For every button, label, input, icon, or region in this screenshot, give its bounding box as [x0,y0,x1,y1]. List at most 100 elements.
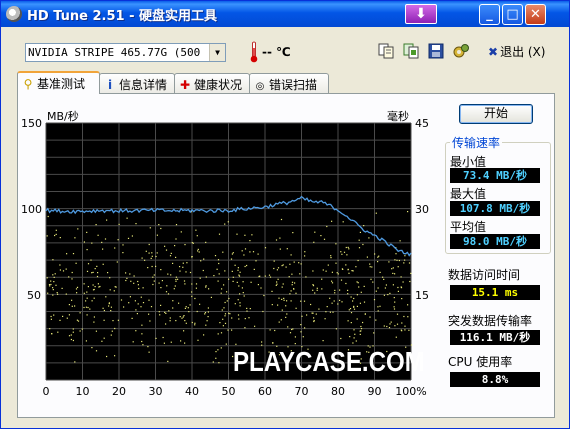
access-time-point [375,212,377,214]
access-time-point [329,297,331,299]
access-time-point [287,326,289,328]
access-time-point [225,343,227,345]
access-time-point [97,272,99,274]
x-tick-label: 70 [295,385,309,398]
access-time-point [175,238,177,240]
access-time-point [175,276,177,278]
access-time-point [160,227,162,230]
access-time-point [97,234,99,236]
access-time-point [126,277,128,279]
access-time-point [170,341,172,343]
access-time-point [66,317,68,319]
access-time-point [273,260,275,262]
access-time-point [295,292,297,294]
access-time-point [231,253,233,255]
access-time-point [398,259,400,262]
access-time-point [275,239,278,241]
access-time-point [96,265,98,267]
access-time-point [117,239,119,241]
access-time-point [224,270,226,272]
access-time-point [393,308,396,310]
access-time-point [185,306,187,308]
access-time-point [360,291,362,293]
access-time-point [214,255,217,257]
y-tick-label: 150 [21,117,42,130]
access-time-point [160,269,162,271]
access-time-point [194,322,196,324]
access-time-point [244,248,247,250]
tab-benchmark[interactable]: ⚲ 基准测试 [17,71,100,94]
access-time-point [369,316,371,318]
access-time-point [285,316,287,318]
access-time-point [106,219,108,221]
access-time-point [200,260,202,262]
access-time-point [281,309,283,311]
access-time-point [216,268,218,270]
access-time-point [395,253,397,255]
access-time-point [300,300,302,302]
access-time-point [370,278,372,280]
access-time-point [341,268,343,270]
access-time-point [347,268,349,270]
access-time-point [71,305,73,307]
access-time-point [377,306,379,308]
access-time-point [94,286,96,288]
access-time-point [62,270,65,272]
access-time-point [85,306,87,308]
access-time-point [163,342,165,344]
access-time-point [326,306,328,308]
access-time-point [110,306,112,308]
access-time-point [101,340,103,342]
access-time-point [107,272,109,274]
access-time-point [137,280,139,283]
access-time-point [66,253,68,255]
access-time-point [231,317,233,319]
access-time-point [408,329,410,331]
access-time-point [383,278,385,280]
access-time-point [393,306,395,308]
access-time-point [52,287,54,289]
access-time-point [399,240,401,242]
access-time-point [196,310,198,313]
access-time-point [239,271,241,273]
access-time-point [148,252,150,254]
access-time-point [312,289,314,291]
access-time-point [324,318,326,320]
access-time-point [383,294,385,296]
access-time-point [353,337,355,339]
max-label: 最大值 [450,187,487,201]
access-time-point [235,343,237,345]
access-time-value: 15.1 ms [450,285,540,300]
access-time-point [293,288,295,290]
access-time-point [189,271,192,274]
access-time-point [288,276,290,278]
access-time-point [92,271,94,273]
access-time-point [223,284,225,286]
x-tick-label: 90 [368,385,382,398]
access-time-point [285,266,287,268]
access-time-point [131,317,133,319]
access-time-point [357,282,359,284]
y2-tick-label: 15 [415,289,429,302]
access-time-point [50,283,52,286]
access-time-point [72,339,74,342]
access-time-point [335,262,337,264]
access-time-point [114,327,116,330]
start-button[interactable]: 开始 [459,104,533,124]
avg-value: 98.0 MB/秒 [450,234,540,249]
access-time-point [53,281,55,283]
transfer-rate-title: 传输速率 [450,134,503,151]
access-time-point [304,327,306,329]
access-time-point [218,262,220,265]
access-time-point [130,280,132,282]
access-time-point [46,235,48,237]
access-time-point [113,290,115,292]
access-time-point [52,259,54,261]
access-time-point [173,288,175,290]
access-time-point [231,270,233,272]
access-time-point [135,309,137,311]
access-time-point [159,314,161,316]
access-time-point [312,284,314,286]
access-time-point [249,251,251,253]
access-time-point [55,284,57,286]
